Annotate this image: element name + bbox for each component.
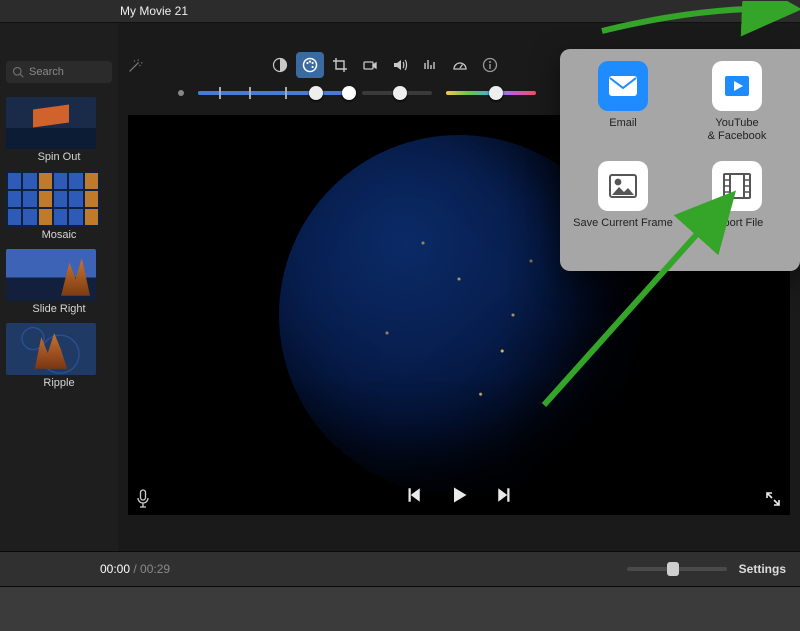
volume-button[interactable] — [386, 52, 414, 78]
voiceover-button[interactable] — [132, 488, 154, 510]
share-icon — [771, 3, 787, 19]
search-placeholder: Search — [29, 66, 64, 78]
time-separator: / — [130, 562, 140, 576]
shadows-slider[interactable] — [198, 91, 348, 95]
titlebar: My Movie 21 — [0, 0, 800, 23]
film-icon — [722, 172, 752, 200]
share-option-youtube-facebook[interactable]: YouTube & Facebook — [680, 61, 794, 159]
play-button[interactable] — [448, 484, 470, 506]
camera-icon — [362, 57, 378, 73]
share-option-save-frame[interactable]: Save Current Frame — [566, 161, 680, 259]
skip-prev-icon — [404, 486, 422, 504]
transition-label: Spin Out — [0, 151, 118, 163]
crop-button[interactable] — [326, 52, 354, 78]
transition-thumb-mosaic[interactable] — [6, 171, 100, 227]
palette-icon — [302, 57, 318, 73]
project-title: My Movie 21 — [120, 4, 188, 18]
search-input[interactable]: Search — [6, 61, 112, 83]
transition-thumb-spin-out[interactable] — [6, 97, 96, 149]
share-button[interactable] — [768, 2, 790, 20]
circle-half-icon — [272, 57, 288, 73]
email-icon — [608, 75, 638, 97]
color-correction-button[interactable] — [296, 52, 324, 78]
zoom-slider[interactable] — [627, 567, 727, 571]
time-duration: 00:29 — [140, 562, 170, 576]
saturation-slider[interactable] — [362, 91, 432, 95]
magic-wand-icon[interactable] — [126, 57, 144, 75]
stabilize-button[interactable] — [356, 52, 384, 78]
microphone-icon — [135, 489, 151, 509]
share-option-label: Save Current Frame — [573, 217, 673, 230]
expand-icon — [765, 491, 781, 507]
share-option-label: Email — [609, 117, 637, 130]
info-icon — [482, 57, 498, 73]
time-current: 00:00 — [100, 562, 130, 576]
transition-thumb-ripple[interactable] — [6, 323, 96, 375]
settings-button[interactable]: Settings — [739, 562, 786, 576]
transitions-sidebar: Search Spin Out Mosaic Slide Right Rippl… — [0, 23, 118, 551]
speed-button[interactable] — [446, 52, 474, 78]
transition-label: Slide Right — [0, 303, 118, 315]
color-balance-button[interactable] — [266, 52, 294, 78]
share-option-label: YouTube & Facebook — [708, 117, 767, 143]
transition-label: Ripple — [0, 377, 118, 389]
viewer-pane: Email YouTube & Facebook Save Current Fr… — [118, 23, 800, 551]
crop-icon — [332, 57, 348, 73]
timeline-track-area[interactable] — [0, 587, 800, 631]
transition-label: Mosaic — [0, 229, 118, 241]
timeline-bar: 00:00 / 00:29 Settings — [0, 551, 800, 587]
share-option-email[interactable]: Email — [566, 61, 680, 159]
auto-dot[interactable] — [178, 90, 184, 96]
temperature-slider[interactable] — [446, 91, 536, 95]
equalizer-icon — [422, 57, 438, 73]
prev-button[interactable] — [402, 484, 424, 506]
noise-reduction-button[interactable] — [416, 52, 444, 78]
transition-thumb-slide-right[interactable] — [6, 249, 96, 301]
share-option-export-file[interactable]: Export File — [680, 161, 794, 259]
fullscreen-button[interactable] — [762, 488, 784, 510]
skip-next-icon — [496, 486, 514, 504]
share-popover: Email YouTube & Facebook Save Current Fr… — [560, 49, 800, 271]
search-icon — [12, 66, 24, 78]
info-button[interactable] — [476, 52, 504, 78]
speedometer-icon — [452, 57, 468, 73]
image-icon — [608, 173, 638, 199]
video-play-icon — [721, 70, 753, 102]
volume-icon — [392, 57, 408, 73]
play-icon — [449, 485, 469, 505]
next-button[interactable] — [494, 484, 516, 506]
share-option-label: Export File — [711, 217, 764, 230]
